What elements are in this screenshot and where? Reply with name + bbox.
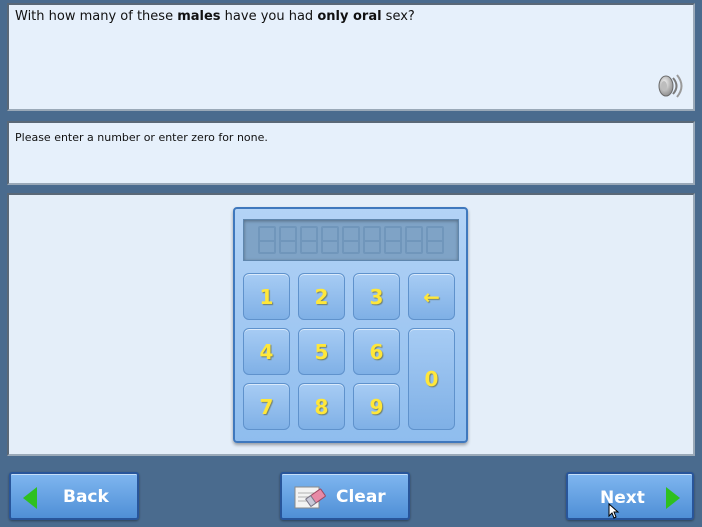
key-7[interactable]: 7	[243, 383, 290, 430]
key-6[interactable]: 6	[353, 328, 400, 375]
key-4[interactable]: 4	[243, 328, 290, 375]
question-panel: With how many of these males have you ha…	[7, 3, 695, 111]
eraser-icon	[294, 486, 326, 509]
number-display	[243, 219, 459, 261]
instruction-text: Please enter a number or enter zero for …	[15, 131, 268, 144]
speaker-icon[interactable]	[653, 69, 687, 103]
display-digit-slot	[321, 226, 339, 254]
question-text: With how many of these males have you ha…	[15, 9, 415, 24]
question-emphasis-males: males	[177, 9, 221, 24]
question-emphasis-only-oral: only oral	[317, 9, 382, 24]
display-digit-slot	[258, 226, 276, 254]
key-5[interactable]: 5	[298, 328, 345, 375]
display-digit-slot	[279, 226, 297, 254]
display-digit-slot	[384, 226, 402, 254]
backspace-key[interactable]: ←	[408, 273, 455, 320]
back-button-label: Back	[63, 487, 109, 507]
back-button[interactable]: Back	[9, 472, 139, 520]
display-digit-slot	[342, 226, 360, 254]
instruction-panel: Please enter a number or enter zero for …	[7, 121, 695, 185]
next-button[interactable]: Next	[566, 472, 694, 520]
display-digit-slot	[363, 226, 381, 254]
display-digit-slot	[405, 226, 423, 254]
right-arrow-icon	[666, 487, 680, 509]
key-3[interactable]: 3	[353, 273, 400, 320]
question-text-part: have you had	[220, 9, 318, 24]
question-text-part: With how many of these	[15, 9, 178, 24]
key-9[interactable]: 9	[353, 383, 400, 430]
clear-button[interactable]: Clear	[280, 472, 410, 520]
key-2[interactable]: 2	[298, 273, 345, 320]
key-0[interactable]: 0	[408, 328, 455, 430]
display-digit-slot	[426, 226, 444, 254]
keypad-area: 1 2 3 ← 4 5 6 0 7 8 9	[7, 193, 695, 456]
left-arrow-icon	[23, 487, 37, 509]
clear-button-label: Clear	[336, 487, 386, 507]
key-1[interactable]: 1	[243, 273, 290, 320]
number-keypad: 1 2 3 ← 4 5 6 0 7 8 9	[233, 207, 468, 443]
key-8[interactable]: 8	[298, 383, 345, 430]
next-button-label: Next	[600, 488, 645, 508]
question-text-part: sex?	[381, 9, 415, 24]
display-digit-slot	[300, 226, 318, 254]
